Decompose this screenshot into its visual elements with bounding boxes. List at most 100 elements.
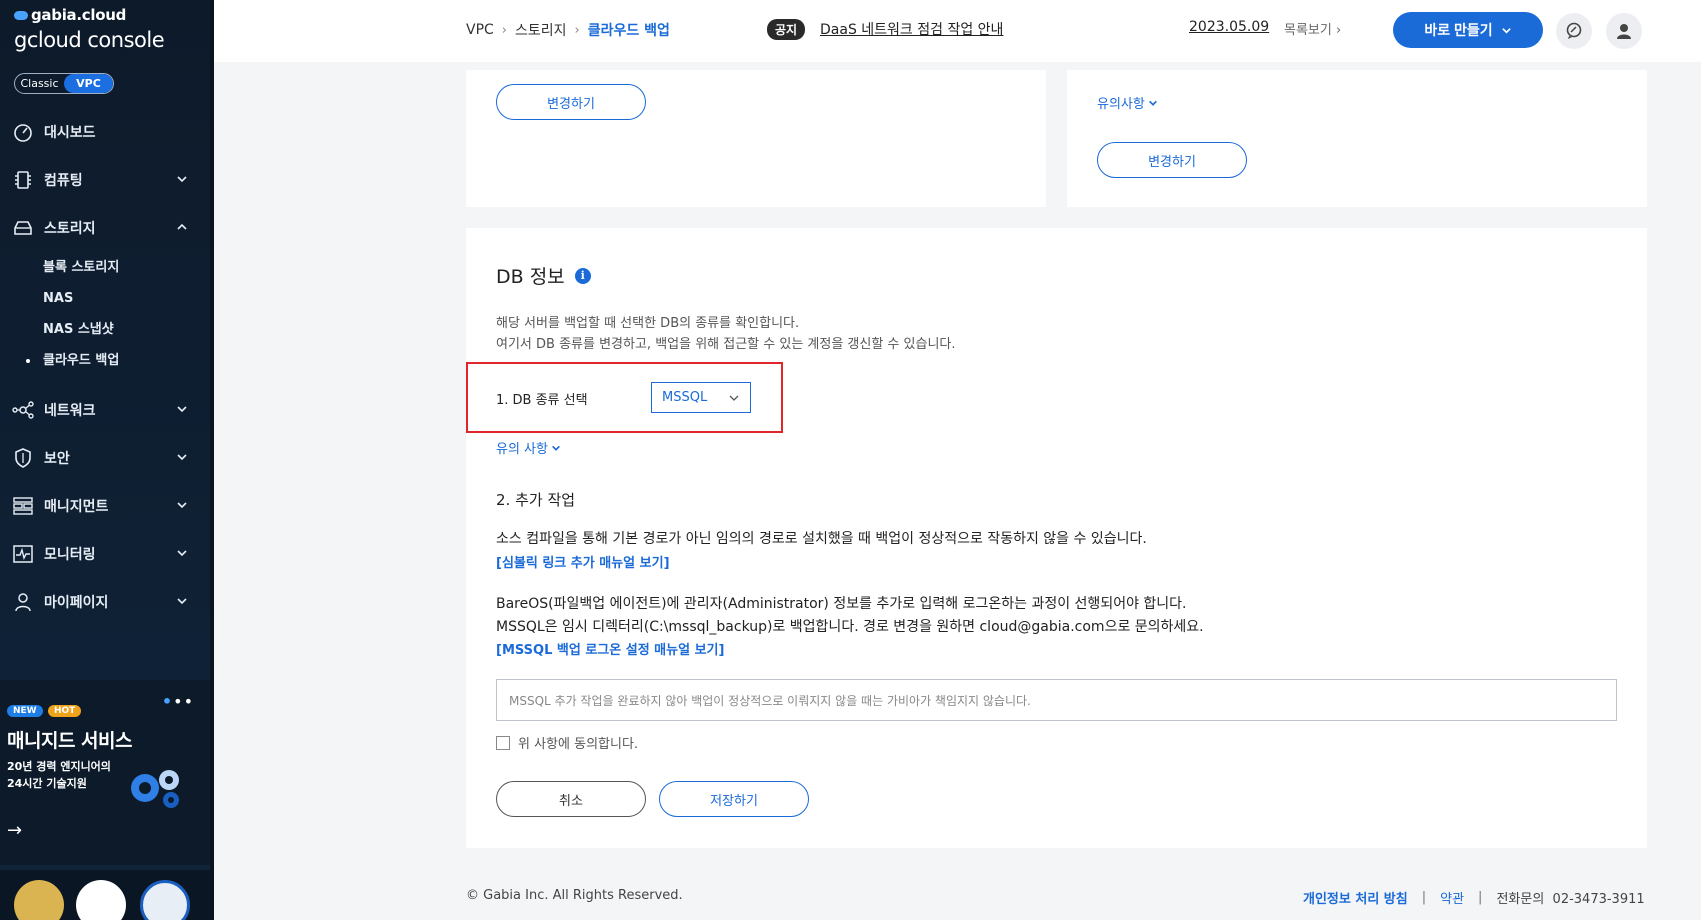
cert-badges: [0, 870, 210, 920]
step2-text-1: 소스 컴파일을 통해 기본 경로가 아닌 임의의 경로로 설치했을 때 백업이 …: [496, 531, 1147, 547]
footer-copyright: © Gabia Inc. All Rights Reserved.: [466, 888, 683, 903]
db-info-title: DB 정보 i: [496, 262, 591, 289]
chevron-down-icon: [177, 176, 187, 183]
sidebar-item-label: 모니터링: [44, 547, 96, 563]
sidebar-item-computing[interactable]: 컴퓨팅: [0, 156, 210, 204]
footer-links: 개인정보 처리 방침 | 약관 | 전화문의 02-3473-3911: [1303, 888, 1645, 907]
notes-toggle-top[interactable]: 유의사항: [1097, 93, 1158, 112]
footer-divider: |: [1421, 890, 1427, 905]
arrow-right-icon[interactable]: →: [7, 820, 22, 841]
sidebar-item-network[interactable]: 네트워크: [0, 386, 210, 434]
server-rack-icon: [12, 495, 34, 517]
sidebar-sub-nas[interactable]: NAS: [0, 283, 210, 314]
mode-vpc-option[interactable]: VPC: [64, 74, 113, 93]
sidebar: gabia.cloud gcloud console Classic VPC 대…: [0, 0, 210, 920]
sidebar-item-label: 대시보드: [44, 125, 96, 141]
monitor-pulse-icon: [12, 543, 34, 565]
db-type-select[interactable]: MSSQL: [651, 382, 751, 413]
sidebar-item-label: 네트워크: [44, 403, 96, 419]
notes-toggle-label: 유의사항: [1097, 97, 1145, 112]
csap-badge-icon: [140, 880, 190, 920]
db-info-desc-2: 여기서 DB 종류를 변경하고, 백업을 위해 접근할 수 있는 계정을 갱신할…: [496, 337, 956, 352]
notice-tag: 공지: [767, 19, 806, 40]
disclaimer-box: MSSQL 추가 작업을 완료하지 않아 백업이 정상적으로 이뤄지지 않을 때…: [496, 679, 1617, 721]
brand-top-logo[interactable]: gabia.cloud: [14, 6, 126, 24]
chevron-down-icon: [177, 550, 187, 557]
footer-divider: |: [1478, 890, 1483, 905]
agree-checkbox-row[interactable]: 위 사항에 동의합니다.: [496, 733, 638, 752]
step2-text-3: MSSQL은 임시 디렉터리(C:\mssql_backup)로 백업합니다. …: [496, 619, 1204, 635]
sidebar-item-security[interactable]: 보안: [0, 434, 210, 482]
new-badge: NEW: [7, 705, 43, 717]
notice-date[interactable]: 2023.05.09: [1189, 19, 1269, 35]
symlink-manual-link[interactable]: [심볼릭 링크 추가 매뉴얼 보기]: [496, 552, 670, 571]
dashboard-icon: [12, 121, 34, 143]
sidebar-sub-cloud-backup[interactable]: 클라우드 백업: [0, 345, 210, 376]
sidebar-nav: 대시보드 컴퓨팅 스토리지 블록 스토리지 NAS NAS 스냅샷 클라우드 백…: [0, 108, 210, 626]
chevron-up-icon: [177, 223, 187, 230]
breadcrumb-cloud-backup[interactable]: 클라우드 백업: [588, 20, 670, 40]
db-type-value: MSSQL: [662, 390, 708, 405]
top-bar: VPC › 스토리지 › 클라우드 백업 공지 DaaS 네트워크 점검 작업 …: [214, 0, 1701, 62]
notes-toggle-label: 유의 사항: [496, 442, 548, 457]
breadcrumb-vpc[interactable]: VPC: [466, 22, 494, 38]
brand-main-logo[interactable]: gcloud console: [14, 28, 165, 52]
network-icon: [12, 399, 34, 421]
chevron-right-icon: ›: [1335, 23, 1342, 38]
gears-icon: [131, 770, 179, 808]
agree-checkbox[interactable]: [496, 735, 510, 750]
notice-list-link[interactable]: 목록보기 ›: [1284, 19, 1341, 38]
mode-toggle[interactable]: Classic VPC: [14, 73, 114, 94]
breadcrumb-separator-icon: ›: [574, 22, 580, 38]
cloud-service-badge-icon: [76, 880, 126, 920]
promo-title: 매니지드 서비스: [7, 730, 132, 752]
step2-title: 2. 추가 작업: [496, 491, 576, 509]
terms-link[interactable]: 약관: [1440, 888, 1464, 907]
notice-link[interactable]: DaaS 네트워크 점검 작업 안내: [820, 19, 1003, 39]
account-icon[interactable]: [1606, 13, 1642, 49]
privacy-policy-link[interactable]: 개인정보 처리 방침: [1303, 888, 1408, 907]
sidebar-item-storage[interactable]: 스토리지: [0, 204, 210, 252]
chevron-down-icon: [552, 445, 560, 451]
cancel-button[interactable]: 취소: [496, 781, 646, 817]
quick-create-button[interactable]: 바로 만들기: [1393, 12, 1543, 48]
db-type-label: 1. DB 종류 선택: [496, 393, 588, 408]
certification-badge-icon: [14, 880, 64, 920]
chip-icon: [12, 169, 34, 191]
brand-top-text: gabia.cloud: [31, 6, 127, 24]
agree-label[interactable]: 위 사항에 동의합니다.: [518, 733, 638, 752]
save-button[interactable]: 저장하기: [659, 781, 809, 817]
promo-subtitle-2: 24시간 기술지원: [7, 777, 87, 790]
carousel-dots[interactable]: •••: [162, 692, 194, 711]
sidebar-item-label: 매니지먼트: [44, 499, 109, 515]
sidebar-item-monitoring[interactable]: 모니터링: [0, 530, 210, 578]
sidebar-item-label: 컴퓨팅: [44, 173, 83, 189]
change-button-right[interactable]: 변경하기: [1097, 142, 1247, 178]
sidebar-sub-block-storage[interactable]: 블록 스토리지: [0, 252, 210, 283]
db-info-title-text: DB 정보: [496, 266, 565, 288]
sidebar-item-label: 마이페이지: [44, 595, 109, 611]
hot-badge: HOT: [48, 705, 82, 717]
quick-create-label: 바로 만들기: [1424, 22, 1493, 38]
mode-classic-option[interactable]: Classic: [15, 74, 64, 93]
notes-toggle[interactable]: 유의 사항: [496, 438, 561, 457]
sidebar-edge: [210, 0, 214, 920]
sidebar-item-management[interactable]: 매니지먼트: [0, 482, 210, 530]
step2-text-2: BareOS(파일백업 에이전트)에 관리자(Administrator) 정보…: [496, 596, 1187, 612]
chevron-down-icon: [729, 395, 739, 401]
phone-contact: 전화문의 02-3473-3911: [1496, 888, 1644, 907]
promo-banner[interactable]: ••• NEW HOT 매니지드 서비스 20년 경력 엔지니어의 24시간 기…: [0, 680, 210, 865]
sidebar-item-mypage[interactable]: 마이페이지: [0, 578, 210, 626]
notice-list-label: 목록보기: [1284, 23, 1332, 38]
cloud-icon: [14, 11, 28, 20]
storage-icon: [12, 217, 34, 239]
chat-icon[interactable]: [1556, 13, 1592, 49]
breadcrumb-storage[interactable]: 스토리지: [515, 20, 567, 40]
chevron-down-icon: [1501, 27, 1511, 34]
mssql-logon-manual-link[interactable]: [MSSQL 백업 로그온 설정 매뉴얼 보기]: [496, 639, 724, 658]
info-icon[interactable]: i: [574, 267, 591, 284]
change-button-left[interactable]: 변경하기: [496, 84, 646, 120]
sidebar-sub-nas-snapshot[interactable]: NAS 스냅샷: [0, 314, 210, 345]
sidebar-item-dashboard[interactable]: 대시보드: [0, 108, 210, 156]
